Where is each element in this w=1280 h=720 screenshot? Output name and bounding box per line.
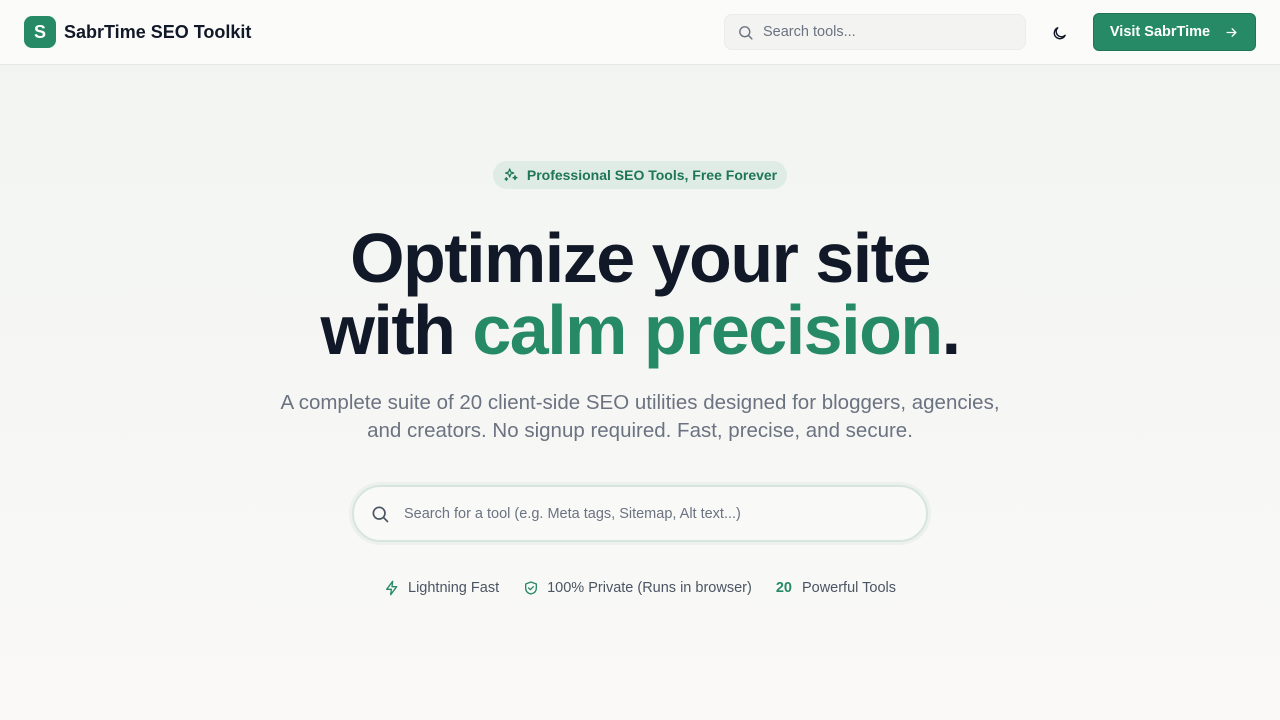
header-search-box[interactable]: [724, 14, 1026, 50]
feature-item-private: 100% Private (Runs in browser): [523, 580, 752, 596]
headline-accent: calm precision: [472, 291, 943, 369]
sparkles-icon: [504, 168, 518, 181]
feature-label: Lightning Fast: [408, 580, 500, 596]
feature-label: 100% Private (Runs in browser): [547, 580, 752, 596]
theme-toggle-button[interactable]: [1044, 18, 1074, 48]
visit-sabrtime-button[interactable]: Visit SabrTime: [1093, 13, 1256, 51]
headline-suffix: .: [941, 291, 961, 369]
search-icon: [739, 25, 753, 40]
headline-line-1: Optimize your site: [350, 219, 931, 297]
tool-count: 20: [775, 580, 792, 596]
brand[interactable]: S SabrTime SEO Toolkit: [24, 16, 251, 48]
brand-name: SabrTime SEO Toolkit: [64, 21, 252, 42]
hero-search-input[interactable]: [404, 505, 884, 522]
hero-badge: Professional SEO Tools, Free Forever: [493, 161, 787, 189]
logo: S: [24, 16, 56, 48]
moon-icon: [1053, 26, 1066, 39]
hero-subtitle: A complete suite of 20 client-side SEO u…: [280, 391, 1000, 442]
feature-item-fast: Lightning Fast: [384, 580, 499, 596]
headline-prefix: with: [320, 291, 473, 369]
shield-check-icon: [525, 581, 538, 595]
arrow-right-icon: [1226, 27, 1237, 37]
badge-text: Professional SEO Tools, Free Forever: [526, 167, 778, 183]
lightning-icon: [386, 580, 398, 596]
feature-label: Powerful Tools: [801, 580, 896, 596]
feature-list: Lightning Fast 100% Private (Runs in bro…: [0, 580, 1280, 596]
header-search-input[interactable]: [763, 24, 1003, 40]
feature-item-tools: 20 Powerful Tools: [776, 580, 896, 596]
top-header: S SabrTime SEO Toolkit Visit SabrTime: [0, 0, 1280, 65]
hero-search-box[interactable]: [352, 485, 928, 542]
search-icon: [372, 505, 389, 522]
hero-headline: Optimize your site with calm precision.: [0, 222, 1280, 366]
visit-button-label: Visit SabrTime: [1109, 24, 1211, 40]
